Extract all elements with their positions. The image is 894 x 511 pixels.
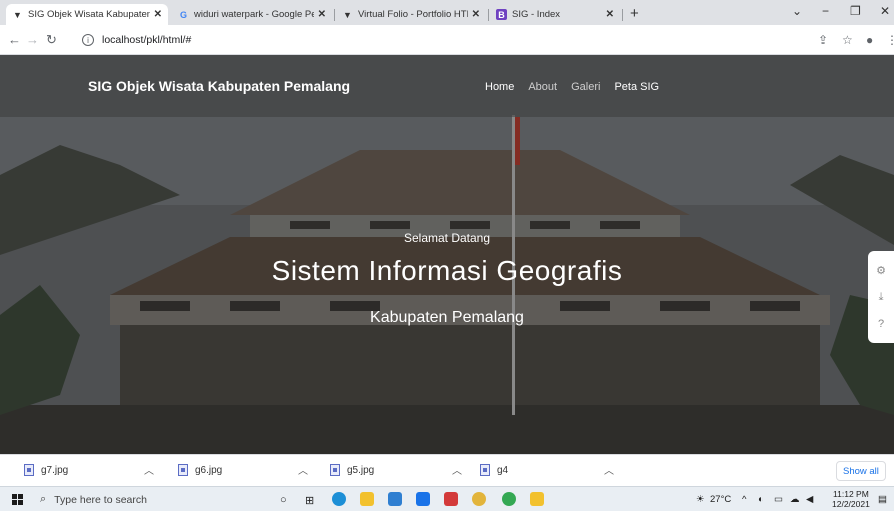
- site-menu: Home About Galeri Peta SIG: [485, 81, 659, 93]
- cortana-icon[interactable]: ○: [280, 494, 287, 506]
- info-icon[interactable]: i: [82, 34, 94, 46]
- notification-icon[interactable]: ▤: [878, 494, 887, 505]
- search-icon: ⌕: [40, 493, 47, 505]
- network-icon[interactable]: ◐: [758, 494, 764, 505]
- taskbar: ⌕ Type here to search ○ ⊞ ☀ 27°C ^ ◐ ▭ ☁…: [0, 486, 894, 511]
- task-view-icon[interactable]: ⊞: [305, 494, 314, 507]
- chevron-up-icon[interactable]: ︿: [144, 462, 154, 477]
- chevron-up-icon[interactable]: ︿: [298, 462, 308, 477]
- v-icon: ▼: [13, 9, 22, 20]
- download-item[interactable]: g6.jpg: [178, 464, 222, 476]
- close-icon[interactable]: ✕: [318, 9, 326, 20]
- tray-chevron-icon[interactable]: ^: [742, 494, 746, 505]
- minimize-icon[interactable]: −: [822, 4, 829, 18]
- search-placeholder: Type here to search: [54, 493, 147, 506]
- hero-subtitle: Kabupaten Pemalang: [370, 309, 524, 326]
- url-field[interactable]: i localhost/pkl/html/#: [78, 29, 798, 51]
- tab-sig-objek-wisata[interactable]: ▼ SIG Objek Wisata Kabupaten Pem ✕: [6, 4, 168, 25]
- tab-virtual-folio[interactable]: ▼ Virtual Folio - Portfolio HTML5 Te ✕: [336, 4, 486, 25]
- clock[interactable]: 11:12 PM 12/2/2021: [832, 489, 870, 509]
- chrome-icon[interactable]: [502, 492, 516, 506]
- speaker-icon[interactable]: ◀: [806, 494, 813, 505]
- clock-date: 12/2/2021: [832, 499, 870, 509]
- close-icon[interactable]: ✕: [472, 9, 480, 20]
- close-icon[interactable]: ✕: [606, 9, 614, 20]
- file-explorer-icon[interactable]: [360, 492, 374, 506]
- nav-about[interactable]: About: [528, 81, 557, 93]
- tab-separator: [622, 9, 623, 21]
- download-filename: g6.jpg: [195, 464, 223, 476]
- share-icon[interactable]: ⇪: [818, 33, 828, 47]
- help-icon[interactable]: ?: [878, 318, 884, 330]
- address-bar: ← → ↻ i localhost/pkl/html/# ⇪ ☆ ● ⋮: [0, 25, 894, 55]
- download-filename: g4: [497, 464, 509, 476]
- tab-separator: [334, 9, 335, 21]
- edge-icon[interactable]: [332, 492, 346, 506]
- image-file-icon: [330, 464, 340, 476]
- store-icon[interactable]: [388, 492, 402, 506]
- maximize-icon[interactable]: ❐: [850, 4, 861, 18]
- window-close-icon[interactable]: ✕: [880, 4, 890, 18]
- download-filename: g5.jpg: [347, 464, 375, 476]
- download-item[interactable]: g7.jpg: [24, 464, 68, 476]
- download-item[interactable]: g5.jpg: [330, 464, 374, 476]
- google-icon: G: [179, 9, 187, 20]
- tab-google-search[interactable]: G widuri waterpark - Google Peneli ✕: [172, 4, 332, 25]
- tab-title: SIG Objek Wisata Kabupaten Pem: [28, 9, 150, 20]
- b-icon: B: [496, 9, 507, 20]
- tab-sig-index[interactable]: B SIG - Index ✕: [490, 4, 620, 25]
- hero-section: SIG Objek Wisata Kabupaten Pemalang Home…: [0, 55, 894, 454]
- menu-dots-icon[interactable]: ⋮: [886, 33, 894, 47]
- bookmark-star-icon[interactable]: ☆: [842, 33, 853, 47]
- tab-title: SIG - Index: [512, 9, 561, 20]
- profile-icon[interactable]: ●: [866, 33, 873, 47]
- image-file-icon: [178, 464, 188, 476]
- sublime-icon[interactable]: [530, 492, 544, 506]
- temperature-text: 27°C: [710, 494, 732, 505]
- battery-icon[interactable]: ▭: [774, 494, 783, 505]
- paint-icon[interactable]: [472, 492, 486, 506]
- url-text: localhost/pkl/html/#: [102, 34, 192, 46]
- site-brand[interactable]: SIG Objek Wisata Kabupaten Pemalang: [88, 78, 350, 94]
- image-file-icon: [24, 464, 34, 476]
- download-icon[interactable]: ⤓: [879, 291, 884, 304]
- side-toolbar: ⚙ ⤓ ?: [868, 251, 894, 343]
- download-bar: g7.jpg ︿ g6.jpg ︿ g5.jpg ︿ g4 ︿ Show all: [0, 454, 894, 486]
- settings-icon[interactable]: ⚙: [876, 264, 886, 277]
- chevron-up-icon[interactable]: ︿: [604, 462, 614, 477]
- tab-strip: ▼ SIG Objek Wisata Kabupaten Pem ✕ G wid…: [0, 0, 894, 25]
- v-icon: ▼: [343, 9, 352, 20]
- reload-icon[interactable]: ↻: [46, 32, 57, 48]
- hero-title: Sistem Informasi Geografis: [271, 255, 623, 286]
- nav-home[interactable]: Home: [485, 81, 514, 93]
- close-icon[interactable]: ✕: [154, 9, 162, 20]
- chevron-up-icon[interactable]: ︿: [452, 462, 462, 477]
- nav-peta-sig[interactable]: Peta SIG: [614, 81, 659, 93]
- tab-separator: [488, 9, 489, 21]
- windows-start-icon[interactable]: [12, 494, 23, 505]
- site-navbar: SIG Objek Wisata Kabupaten Pemalang Home…: [0, 55, 894, 117]
- forward-icon[interactable]: →: [26, 32, 39, 47]
- tab-search-icon[interactable]: ⌄: [792, 4, 802, 18]
- taskbar-search[interactable]: ⌕ Type here to search: [40, 490, 250, 509]
- clock-time: 11:12 PM: [833, 489, 869, 499]
- weather-icon[interactable]: ☀: [696, 494, 705, 505]
- cloud-icon[interactable]: ☁: [790, 494, 800, 505]
- download-filename: g7.jpg: [41, 464, 69, 476]
- tab-title: widuri waterpark - Google Peneli: [194, 9, 314, 20]
- nav-galeri[interactable]: Galeri: [571, 81, 600, 93]
- mcafee-icon[interactable]: [444, 492, 458, 506]
- tab-title: Virtual Folio - Portfolio HTML5 Te: [358, 9, 468, 20]
- new-tab-icon[interactable]: +: [630, 5, 639, 22]
- hero-greeting: Selamat Datang: [403, 231, 491, 245]
- app-icon[interactable]: [416, 492, 430, 506]
- show-all-button[interactable]: Show all: [836, 461, 886, 481]
- image-file-icon: [480, 464, 490, 476]
- download-item[interactable]: g4: [480, 464, 508, 476]
- back-icon[interactable]: ←: [8, 32, 21, 47]
